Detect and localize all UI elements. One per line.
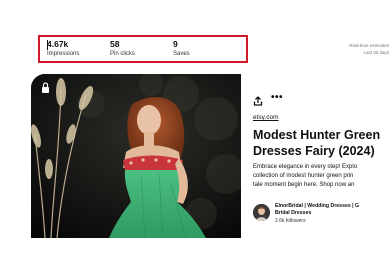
creator-name-line: Bridal Dresses: [275, 210, 312, 216]
creator-name-line: ElnorBridal | Wedding Dresses | G: [275, 203, 360, 209]
stat-pin-clicks[interactable]: 58 Pin clicks: [110, 39, 135, 59]
realtime-line1: Real-time estimates: [349, 43, 389, 48]
pin-description: Embrace elegance in every step! Explo co…: [253, 163, 357, 190]
stat-label: Pin clicks: [110, 51, 136, 57]
pin-title-line: Dresses Fairy (2024): [253, 144, 375, 158]
pin-desc-line: collection of modest hunter green prin: [253, 173, 354, 179]
avatar[interactable]: [253, 204, 270, 221]
pin-title-line: Modest Hunter Green: [253, 128, 381, 142]
stat-value: 4.67k: [47, 39, 69, 49]
pin-details: ••• etsy.com Modest Hunter Green Dresses…: [251, 74, 392, 238]
more-icon[interactable]: •••: [271, 93, 283, 103]
realtime-note: Real-time estimates Last 30 days: [329, 42, 389, 56]
pin-image[interactable]: [31, 74, 241, 238]
creator-row[interactable]: ElnorBridal | Wedding Dresses | G Bridal…: [253, 203, 392, 227]
stat-saves[interactable]: 9 Saves: [173, 39, 190, 59]
share-icon[interactable]: [253, 93, 263, 106]
stat-label: Saves: [173, 51, 190, 57]
realtime-line2: Last 30 days: [363, 50, 389, 55]
pin-card: ••• etsy.com Modest Hunter Green Dresses…: [31, 74, 392, 238]
pin-desc-line: Embrace elegance in every step! Explo: [253, 164, 358, 170]
creator-name[interactable]: ElnorBridal | Wedding Dresses | G Bridal…: [275, 203, 359, 217]
stat-impressions[interactable]: 4.67k Impressions: [47, 39, 79, 59]
source-link[interactable]: etsy.com: [253, 114, 279, 121]
stats-highlight-box: 4.67k Impressions 58 Pin clicks 9 Saves: [38, 35, 248, 63]
stat-value: 58: [110, 39, 120, 49]
stat-value: 9: [173, 39, 178, 49]
pin-title: Modest Hunter Green Dresses Fairy (2024): [253, 127, 380, 159]
follower-count: 2.6k followers: [275, 218, 306, 224]
stat-label: Impressions: [47, 51, 80, 57]
pin-desc-line: tale moment begin here. Shop now an: [253, 182, 355, 188]
